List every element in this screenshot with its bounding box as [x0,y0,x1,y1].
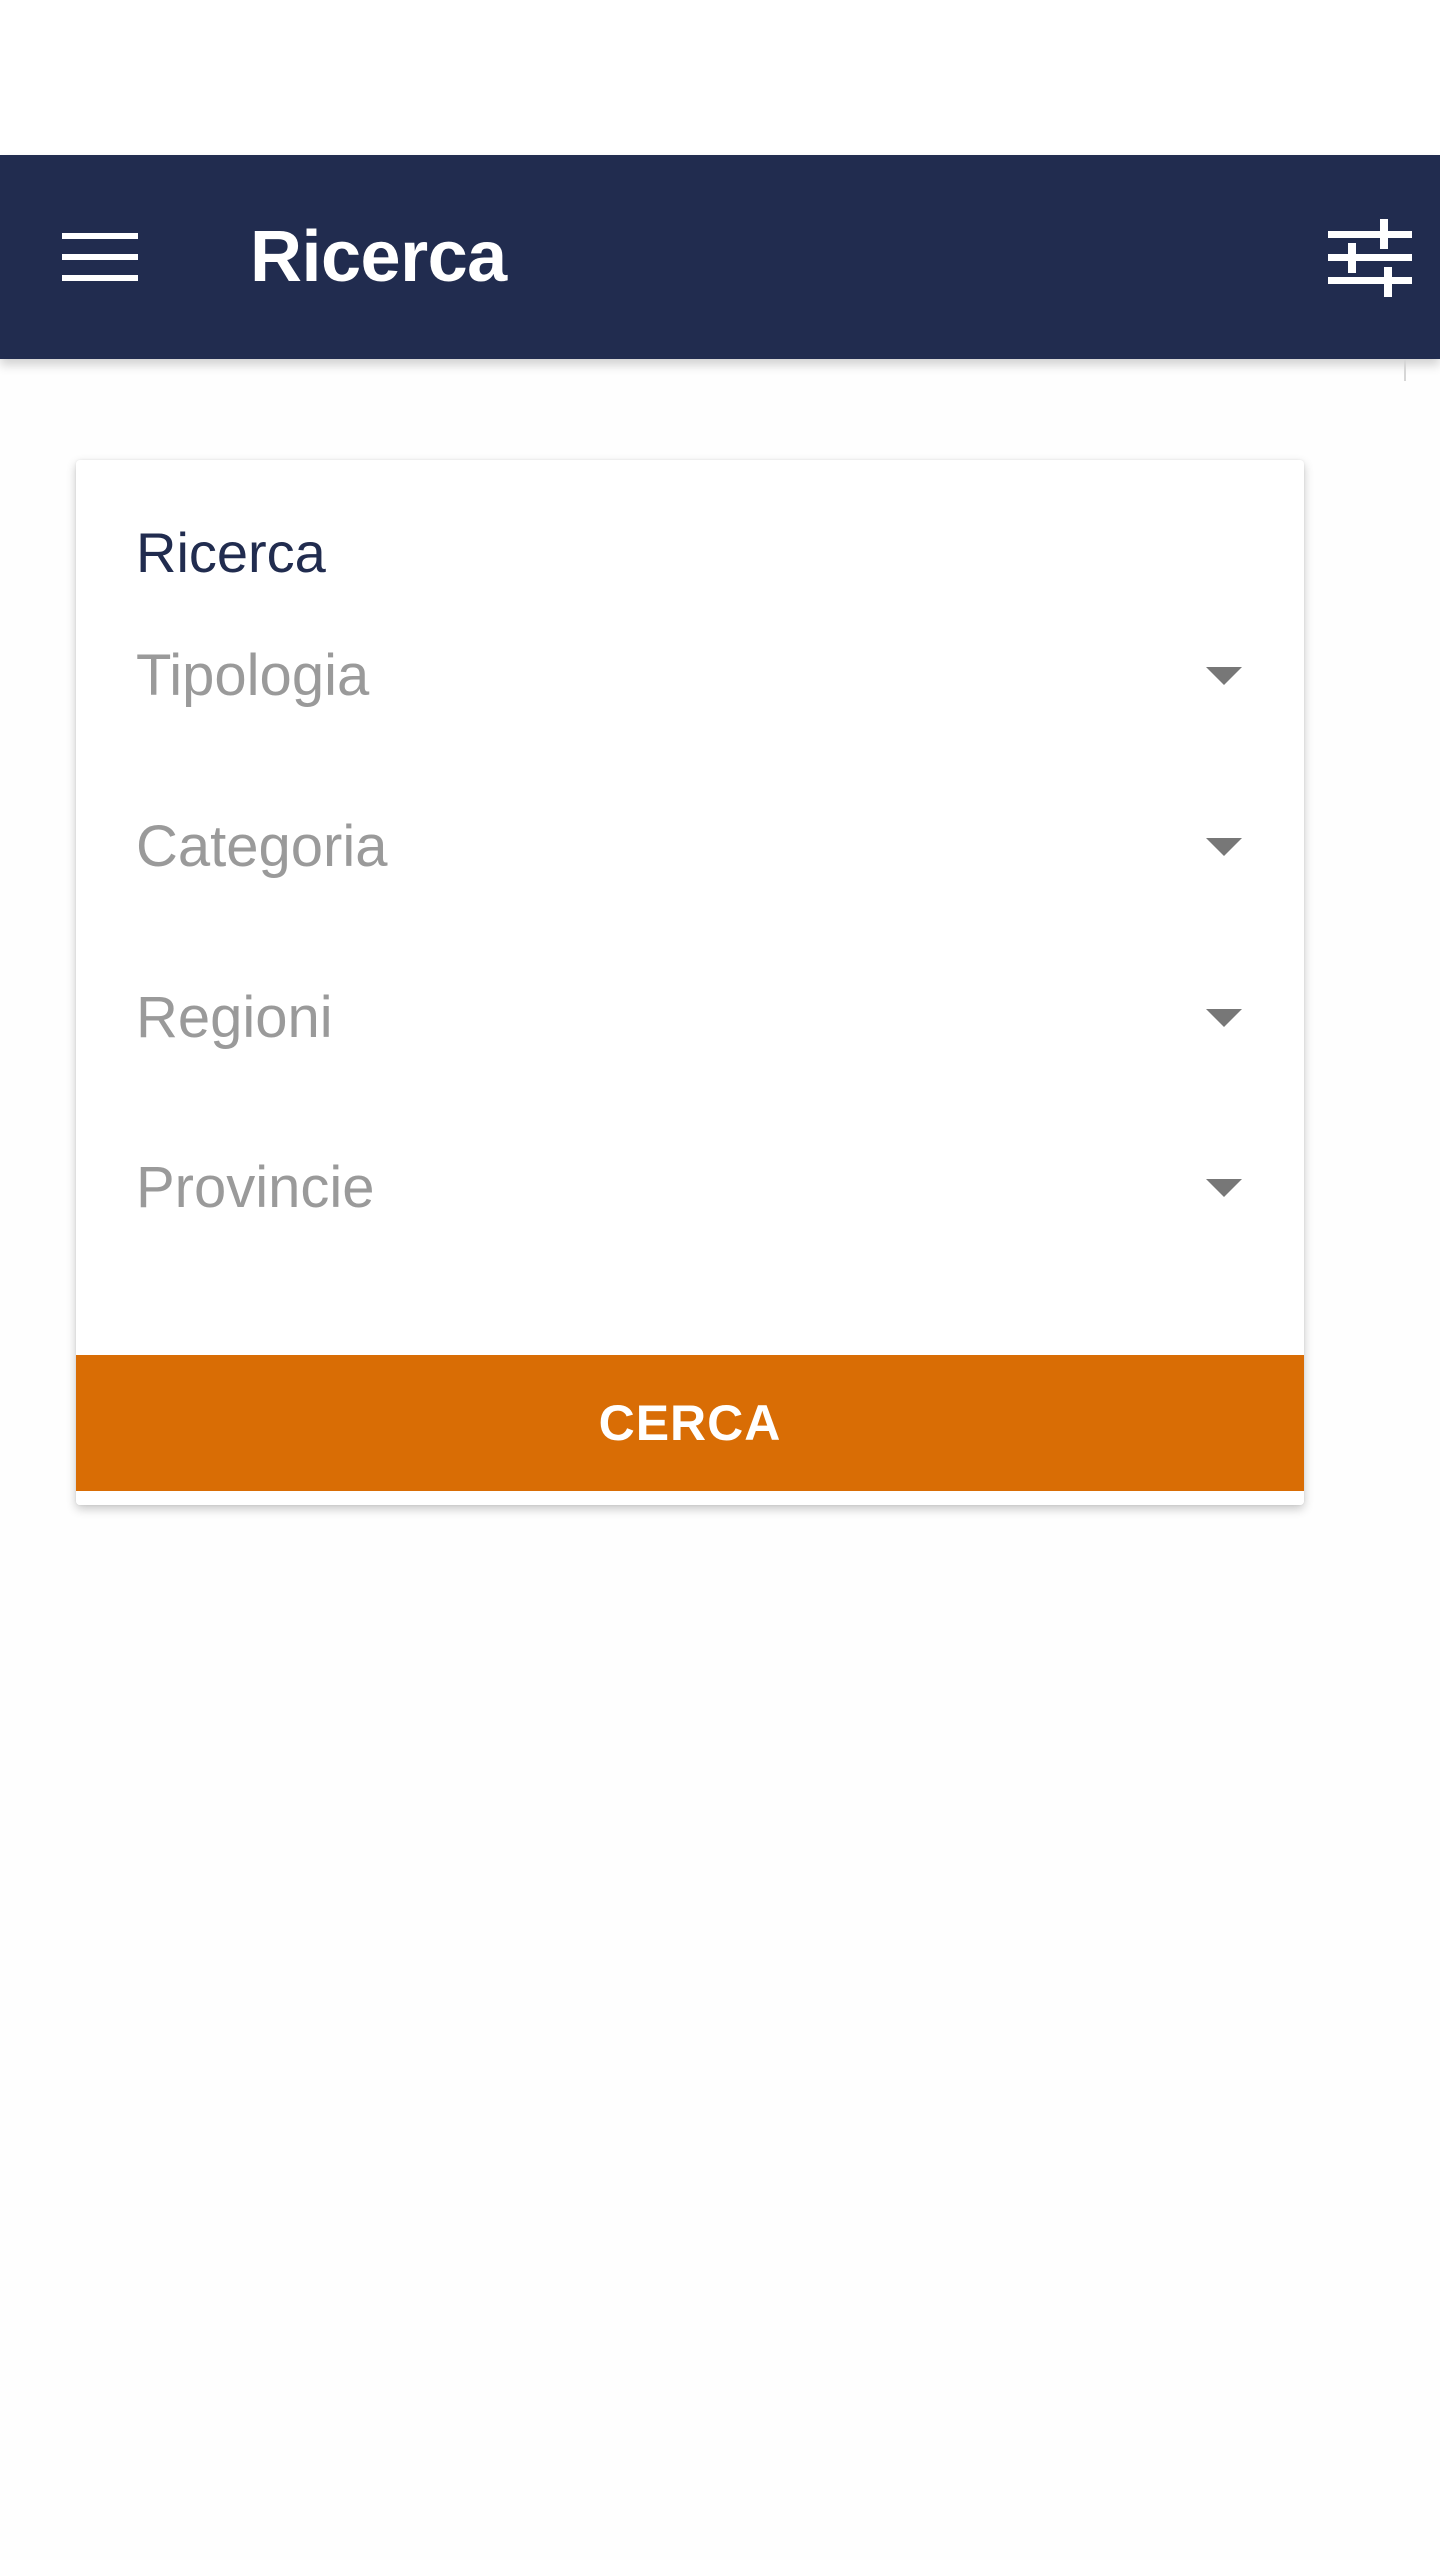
tune-sliders-icon [1328,219,1412,297]
dropdown-arrow-icon [1194,787,1254,907]
search-button[interactable]: CERCA [76,1355,1304,1491]
status-bar-area [0,0,1440,155]
app-bar: Ricerca [0,155,1440,359]
menu-button[interactable] [52,217,148,297]
dropdown-arrow-icon [1194,958,1254,1078]
filter-button[interactable] [1320,207,1420,307]
hamburger-menu-icon [62,233,138,281]
edge-divider [1404,359,1406,381]
select-label: Provincie [136,1155,375,1220]
card-title: Ricerca [136,521,326,584]
dropdown-arrow-icon [1194,1128,1254,1248]
page-title: Ricerca [250,217,507,297]
select-categoria[interactable]: Categoria [136,787,1254,907]
dropdown-arrow-icon [1194,616,1254,736]
select-label: Regioni [136,985,333,1050]
card-bottom-edge [76,1491,1304,1505]
select-provincie[interactable]: Provincie [136,1128,1254,1248]
select-label: Categoria [136,814,388,879]
select-label: Tipologia [136,643,370,708]
select-tipologia[interactable]: Tipologia [136,616,1254,736]
select-regioni[interactable]: Regioni [136,958,1254,1078]
search-card: Ricerca Tipologia Categoria Regioni Prov… [76,460,1304,1505]
